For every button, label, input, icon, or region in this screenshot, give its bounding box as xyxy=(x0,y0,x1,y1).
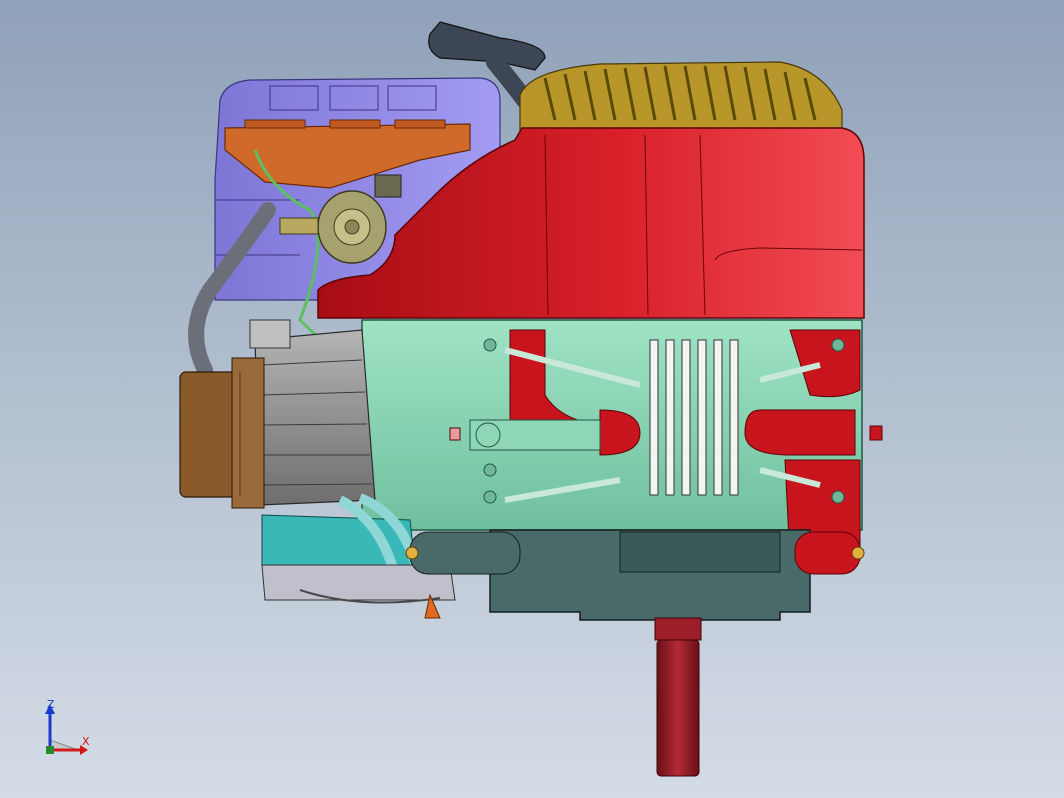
oil-sump[interactable] xyxy=(405,529,865,621)
x-axis-label: X xyxy=(82,735,90,748)
crankcase-section[interactable] xyxy=(361,319,883,561)
z-axis-label: Z xyxy=(47,698,55,711)
muffler[interactable] xyxy=(179,357,265,509)
flywheel-screen xyxy=(519,61,843,133)
engine-model[interactable] xyxy=(0,0,1064,798)
crankshaft-pto[interactable] xyxy=(654,617,702,777)
model-viewport[interactable]: Z X xyxy=(0,0,1064,798)
coordinate-triad xyxy=(45,704,88,755)
cylinder-head[interactable] xyxy=(249,319,376,506)
